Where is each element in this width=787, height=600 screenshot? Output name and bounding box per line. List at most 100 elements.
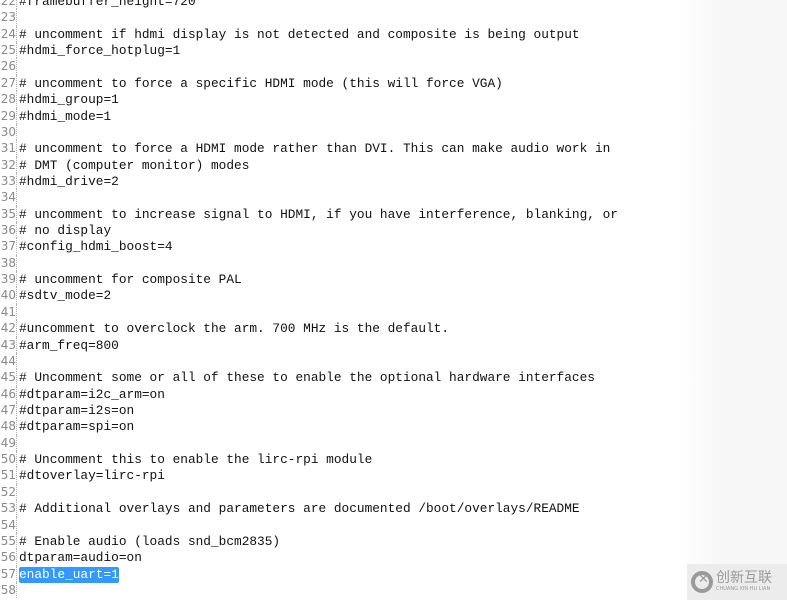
line-number: 54 bbox=[0, 516, 17, 533]
line-text[interactable]: # DMT (computer monitor) modes bbox=[19, 158, 249, 174]
line-number: 46 bbox=[0, 385, 17, 402]
line-number: 40 bbox=[0, 287, 17, 304]
line-number: 23 bbox=[0, 9, 17, 26]
code-line[interactable]: 43 #arm_freq=800 bbox=[0, 336, 787, 354]
code-line[interactable]: 29 #hdmi_mode=1 bbox=[0, 107, 787, 125]
code-line[interactable]: 32 # DMT (computer monitor) modes bbox=[0, 156, 787, 174]
line-text[interactable]: #dtoverlay=lirc-rpi bbox=[19, 468, 165, 484]
line-text[interactable]: # Additional overlays and parameters are… bbox=[19, 501, 580, 517]
line-number: 22 bbox=[0, 0, 17, 10]
line-number: 45 bbox=[0, 369, 17, 386]
code-line[interactable]: 35 # uncomment to increase signal to HDMI… bbox=[0, 205, 787, 223]
line-text[interactable]: #dtparam=spi=on bbox=[19, 419, 134, 435]
line-text[interactable]: # no display bbox=[19, 223, 111, 239]
line-number: 53 bbox=[0, 500, 17, 517]
code-line[interactable]: 40 #sdtv_mode=2 bbox=[0, 287, 787, 304]
line-number: 38 bbox=[0, 254, 17, 272]
code-line[interactable]: 50 # Uncomment this to enable the lirc-rp… bbox=[0, 451, 787, 468]
code-line[interactable]: 37 #config_hdmi_boost=4 bbox=[0, 238, 787, 255]
code-line[interactable]: 34 bbox=[0, 189, 787, 206]
line-text[interactable]: #config_hdmi_boost=4 bbox=[19, 239, 173, 255]
text-editor[interactable]: 22 #framebuffer_height=720 23 24 # uncomment… bbox=[0, 0, 787, 599]
line-number: 51 bbox=[0, 467, 17, 484]
code-line[interactable]: 56 dtparam=audio=on bbox=[0, 549, 787, 566]
code-line[interactable]: 49 bbox=[0, 434, 787, 452]
line-text[interactable]: # Uncomment this to enable the lirc-rpi … bbox=[19, 452, 372, 468]
line-number: 50 bbox=[0, 451, 17, 468]
line-text[interactable]: #hdmi_mode=1 bbox=[19, 109, 111, 125]
line-number: 44 bbox=[0, 352, 17, 370]
code-line[interactable]: 46 #dtparam=i2c_arm=on bbox=[0, 385, 787, 403]
line-text[interactable]: # uncomment to force a specific HDMI mod… bbox=[19, 76, 503, 92]
watermark: 创新互联 CHUANG XIN HU LIAN bbox=[687, 564, 787, 600]
code-line[interactable]: 58 bbox=[0, 581, 787, 599]
code-line[interactable]: 55 # Enable audio (loads snd_bcm2835) bbox=[0, 532, 787, 550]
line-text[interactable]: # Enable audio (loads snd_bcm2835) bbox=[19, 534, 280, 550]
x-circle-logo-icon bbox=[691, 571, 713, 593]
line-number: 56 bbox=[0, 549, 17, 566]
line-number: 57 bbox=[0, 565, 17, 582]
code-line[interactable]: 47 #dtparam=i2s=on bbox=[0, 401, 787, 419]
background-blur bbox=[680, 0, 787, 600]
line-number: 24 bbox=[0, 25, 17, 43]
line-number: 29 bbox=[0, 107, 17, 124]
line-text[interactable]: #dtparam=i2s=on bbox=[19, 403, 134, 419]
line-text[interactable]: #hdmi_force_hotplug=1 bbox=[19, 43, 180, 59]
line-text[interactable]: # Uncomment some or all of these to enab… bbox=[19, 370, 595, 386]
code-line[interactable]: 48 #dtparam=spi=on bbox=[0, 418, 787, 435]
code-line[interactable]: 52 bbox=[0, 483, 787, 501]
line-number: 28 bbox=[0, 91, 17, 108]
line-number: 37 bbox=[0, 238, 17, 255]
watermark-cn: 创新互联 bbox=[716, 570, 772, 586]
line-text[interactable]: dtparam=audio=on bbox=[19, 550, 142, 566]
code-line[interactable]: 26 bbox=[0, 58, 787, 75]
code-line[interactable]: 39 # uncomment for composite PAL bbox=[0, 271, 787, 288]
code-line[interactable]: 45 # Uncomment some or all of these to en… bbox=[0, 369, 787, 386]
line-number: 27 bbox=[0, 74, 17, 92]
line-text[interactable]: #hdmi_group=1 bbox=[19, 92, 119, 108]
watermark-en: CHUANG XIN HU LIAN bbox=[716, 586, 771, 592]
code-line[interactable]: 54 bbox=[0, 516, 787, 533]
line-number: 25 bbox=[0, 42, 17, 59]
line-text[interactable]: # uncomment to increase signal to HDMI, … bbox=[19, 207, 618, 223]
watermark-text: 创新互联 CHUANG XIN HU LIAN bbox=[716, 571, 772, 593]
code-line[interactable]: 33 #hdmi_drive=2 bbox=[0, 172, 787, 190]
line-number: 36 bbox=[0, 222, 17, 239]
line-text[interactable]: # uncomment to force a HDMI mode rather … bbox=[19, 141, 610, 157]
line-number: 31 bbox=[0, 140, 17, 157]
code-line[interactable]: 36 # no display bbox=[0, 222, 787, 239]
code-line[interactable]: 53 # Additional overlays and parameters a… bbox=[0, 500, 787, 517]
line-number: 34 bbox=[0, 189, 17, 206]
code-line[interactable]: 22 #framebuffer_height=720 bbox=[0, 0, 787, 10]
code-line[interactable]: 38 bbox=[0, 254, 787, 272]
line-text[interactable]: # uncomment if hdmi display is not detec… bbox=[19, 27, 580, 43]
code-line[interactable]: 44 bbox=[0, 352, 787, 370]
code-line[interactable]: 30 bbox=[0, 123, 787, 141]
code-line[interactable]: 41 bbox=[0, 303, 787, 321]
code-line[interactable]: 23 bbox=[0, 9, 787, 26]
line-text[interactable]: #dtparam=i2c_arm=on bbox=[19, 387, 165, 403]
line-text[interactable]: #uncomment to overclock the arm. 700 MHz… bbox=[19, 321, 449, 337]
line-number: 30 bbox=[0, 123, 17, 141]
code-line[interactable]: 42 #uncomment to overclock the arm. 700 M… bbox=[0, 320, 787, 337]
line-number: 52 bbox=[0, 483, 17, 501]
code-line[interactable]: 51 #dtoverlay=lirc-rpi bbox=[0, 467, 787, 484]
code-line[interactable]: 25 #hdmi_force_hotplug=1 bbox=[0, 42, 787, 59]
selected-text[interactable]: enable_uart=1 bbox=[19, 566, 119, 583]
line-number: 48 bbox=[0, 418, 17, 435]
line-number: 58 bbox=[0, 581, 17, 599]
line-number: 26 bbox=[0, 58, 17, 75]
code-line[interactable]: 28 #hdmi_group=1 bbox=[0, 91, 787, 108]
code-line[interactable]: 24 # uncomment if hdmi display is not det… bbox=[0, 25, 787, 43]
line-number: 39 bbox=[0, 271, 17, 288]
code-line[interactable]: 57 enable_uart=1 bbox=[0, 565, 787, 583]
line-text[interactable]: #arm_freq=800 bbox=[19, 338, 119, 354]
line-number: 33 bbox=[0, 172, 17, 190]
line-text[interactable]: # uncomment for composite PAL bbox=[19, 272, 242, 288]
line-text[interactable]: #sdtv_mode=2 bbox=[19, 288, 111, 304]
code-line[interactable]: 27 # uncomment to force a specific HDMI m… bbox=[0, 74, 787, 92]
code-line[interactable]: 31 # uncomment to force a HDMI mode rathe… bbox=[0, 140, 787, 157]
line-number: 43 bbox=[0, 336, 17, 353]
line-text[interactable]: #hdmi_drive=2 bbox=[19, 174, 119, 190]
line-number: 47 bbox=[0, 401, 17, 419]
